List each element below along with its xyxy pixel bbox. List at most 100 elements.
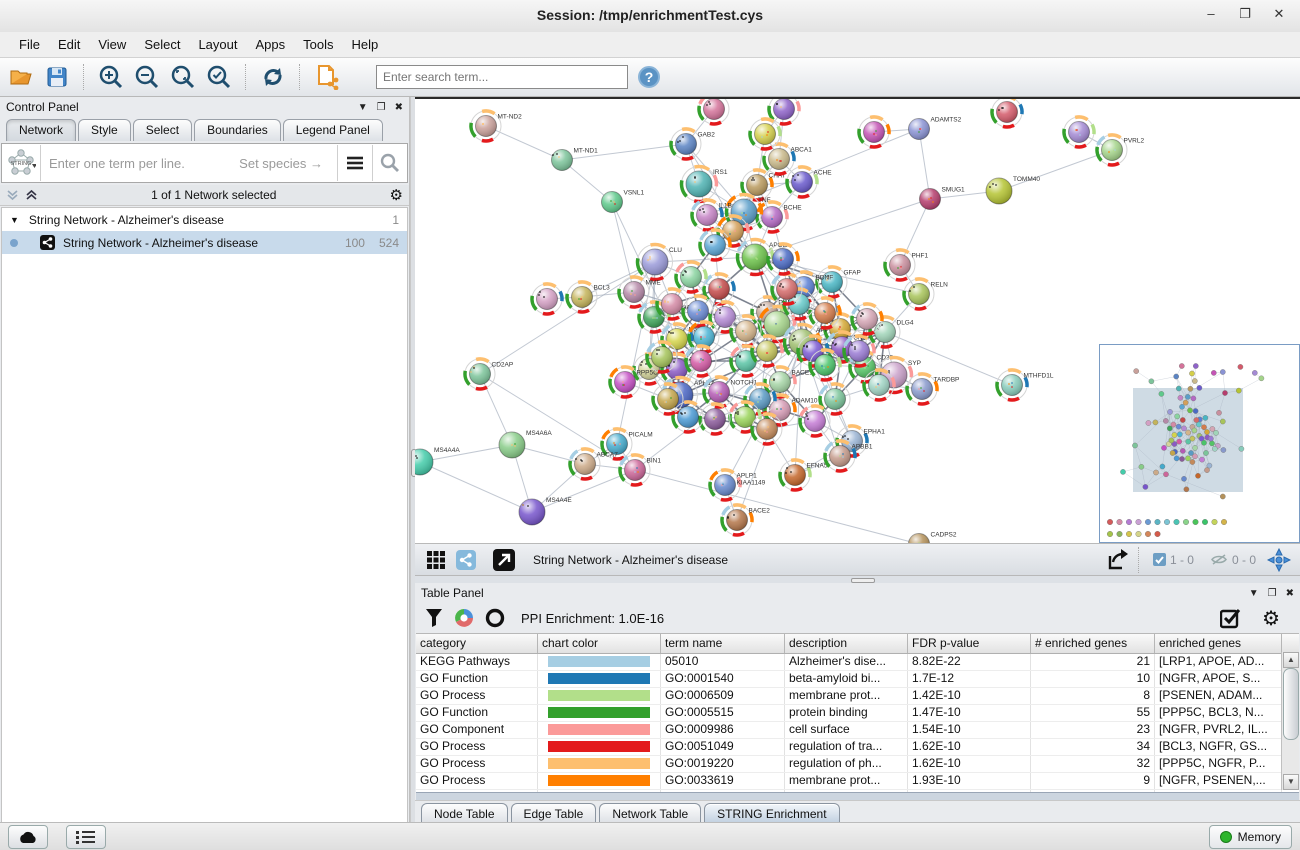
task-list-button[interactable] — [66, 825, 106, 849]
string-search-icon[interactable] — [372, 145, 407, 181]
network-share-icon[interactable] — [312, 62, 342, 92]
network-node[interactable] — [992, 99, 1022, 127]
search-input[interactable] — [376, 65, 628, 89]
network-node[interactable] — [653, 384, 683, 414]
network-collection-row[interactable]: ▼ String Network - Alzheimer's disease 1 — [2, 208, 407, 231]
zoom-fit-icon[interactable] — [168, 62, 198, 92]
string-logo-icon[interactable]: STRING — [2, 145, 41, 181]
menu-apps[interactable]: Apps — [247, 34, 295, 55]
network-node[interactable] — [859, 117, 889, 147]
column-header-0[interactable]: category — [416, 634, 538, 653]
table-horizontal-scrollbar[interactable] — [416, 792, 1299, 800]
network-node-ABCA7[interactable]: ABCA7 — [570, 449, 618, 479]
string-options-icon[interactable] — [337, 145, 372, 181]
network-options-gear-icon[interactable]: ⚙ — [390, 186, 403, 204]
network-node-GFAP[interactable]: GFAP — [817, 267, 861, 297]
network-node[interactable] — [676, 262, 706, 292]
save-icon[interactable] — [42, 62, 72, 92]
menu-view[interactable]: View — [89, 34, 135, 55]
network-node-APLP1[interactable]: APLP1KIAA1149 — [710, 470, 766, 500]
network-node-VSNL1[interactable]: VSNL1 — [602, 190, 645, 213]
network-node-BACE2[interactable]: BACE2 — [722, 505, 770, 535]
collapse-all-icon[interactable] — [6, 189, 19, 201]
network-node-MS4A4E[interactable]: MS4A4E — [519, 497, 572, 525]
maximize-button[interactable]: ❐ — [1232, 6, 1258, 26]
network-node[interactable] — [752, 336, 782, 366]
network-node-MTHFD1L[interactable]: MTHFD1L — [997, 370, 1054, 400]
navigate-compass-icon[interactable] — [1264, 545, 1294, 575]
column-header-4[interactable]: FDR p-value — [908, 634, 1031, 653]
menu-file[interactable]: File — [10, 34, 49, 55]
scroll-up-arrow[interactable]: ▲ — [1283, 652, 1299, 668]
network-node[interactable] — [730, 402, 760, 432]
tab-select[interactable]: Select — [133, 119, 192, 141]
network-node[interactable] — [800, 406, 830, 436]
network-node[interactable] — [673, 402, 703, 432]
export-network-icon[interactable] — [1103, 545, 1133, 575]
network-canvas[interactable]: MT-ND2MT-ND1VSNL1GAB2ADAMTS2SMUG1TOMM40P… — [415, 97, 1300, 543]
tab-legend-panel[interactable]: Legend Panel — [283, 119, 383, 141]
scroll-down-arrow[interactable]: ▼ — [1283, 774, 1299, 790]
table-row[interactable]: KEGG Pathways05010Alzheimer's dise...8.8… — [416, 654, 1299, 671]
open-folder-icon[interactable] — [6, 62, 36, 92]
table-row[interactable]: GO ComponentGO:0009986cell surface1.54E-… — [416, 722, 1299, 739]
memory-button[interactable]: Memory — [1209, 825, 1292, 849]
network-node[interactable] — [647, 342, 677, 372]
network-node[interactable] — [810, 350, 840, 380]
set-species-label[interactable]: Set species → — [239, 156, 337, 171]
network-node-MT-ND1[interactable]: MT-ND1 — [552, 148, 599, 171]
network-node-RELN[interactable]: RELN — [904, 279, 948, 309]
network-node-CADPS2[interactable]: CADPS2 — [909, 532, 957, 544]
network-node-BIN1[interactable]: BIN1 — [620, 455, 661, 485]
cloud-tasks-button[interactable] — [8, 825, 48, 849]
tab-boundaries[interactable]: Boundaries — [194, 119, 281, 141]
column-header-2[interactable]: term name — [661, 634, 785, 653]
table-row[interactable]: GO ProcessGO:0050435beta-amyloid m...2.0… — [416, 790, 1299, 792]
table-row[interactable]: GO ProcessGO:0006509membrane prot...1.42… — [416, 688, 1299, 705]
network-node[interactable] — [1064, 117, 1094, 147]
network-node-MT-ND2[interactable]: MT-ND2 — [471, 111, 522, 141]
network-node[interactable] — [852, 304, 882, 334]
network-node[interactable] — [750, 119, 780, 149]
network-node-TARDBP[interactable]: TARDBP — [907, 374, 959, 404]
network-node-MS4A4A[interactable]: MS4A4A — [415, 447, 460, 475]
network-node-GAB2[interactable]: GAB2 — [671, 129, 715, 159]
tab-style[interactable]: Style — [78, 119, 131, 141]
zoom-selected-icon[interactable] — [204, 62, 234, 92]
menu-tools[interactable]: Tools — [294, 34, 342, 55]
column-header-6[interactable]: enriched genes — [1155, 634, 1282, 653]
network-node-CD2AP[interactable]: CD2AP — [465, 359, 513, 389]
column-header-5[interactable]: # enriched genes — [1031, 634, 1155, 653]
menu-edit[interactable]: Edit — [49, 34, 89, 55]
select-columns-icon[interactable] — [1220, 607, 1242, 629]
table-settings-gear-icon[interactable]: ⚙ — [1262, 606, 1280, 631]
network-node[interactable] — [768, 244, 798, 274]
refresh-icon[interactable] — [258, 62, 288, 92]
table-row[interactable]: GO FunctionGO:0005515protein binding1.47… — [416, 705, 1299, 722]
network-node[interactable] — [532, 284, 562, 314]
network-node[interactable] — [700, 404, 730, 434]
network-node[interactable] — [704, 274, 734, 304]
table-row[interactable]: GO ProcessGO:0019220regulation of ph...1… — [416, 756, 1299, 773]
menu-layout[interactable]: Layout — [189, 34, 246, 55]
close-panel-icon[interactable]: ✖ — [395, 102, 403, 113]
maximize-table-panel-icon[interactable]: ❐ — [1268, 588, 1277, 599]
float-table-panel-icon[interactable]: ▼ — [1249, 588, 1259, 599]
network-node-IRS1[interactable]: IRS1 — [682, 167, 728, 202]
menu-select[interactable]: Select — [135, 34, 189, 55]
network-node-EFNA5[interactable]: EFNA5 — [780, 460, 828, 490]
chart-colors-icon[interactable] — [453, 607, 475, 629]
network-row-selected[interactable]: String Network - Alzheimer's disease 100… — [2, 231, 407, 254]
network-node-PVRL2[interactable]: PVRL2 — [1097, 135, 1144, 165]
grid-view-icon[interactable] — [421, 545, 451, 575]
scrollbar-thumb[interactable] — [1283, 668, 1299, 740]
close-table-panel-icon[interactable]: ✖ — [1286, 588, 1294, 599]
column-header-1[interactable]: chart color — [538, 634, 661, 653]
close-button[interactable]: ✕ — [1266, 6, 1292, 26]
tree-expand-icon[interactable]: ▼ — [10, 215, 19, 225]
maximize-panel-icon[interactable]: ❐ — [377, 102, 386, 113]
zoom-out-icon[interactable] — [132, 62, 162, 92]
network-node[interactable] — [686, 346, 716, 376]
minimize-button[interactable]: – — [1198, 6, 1224, 26]
expand-all-icon[interactable] — [25, 189, 38, 201]
